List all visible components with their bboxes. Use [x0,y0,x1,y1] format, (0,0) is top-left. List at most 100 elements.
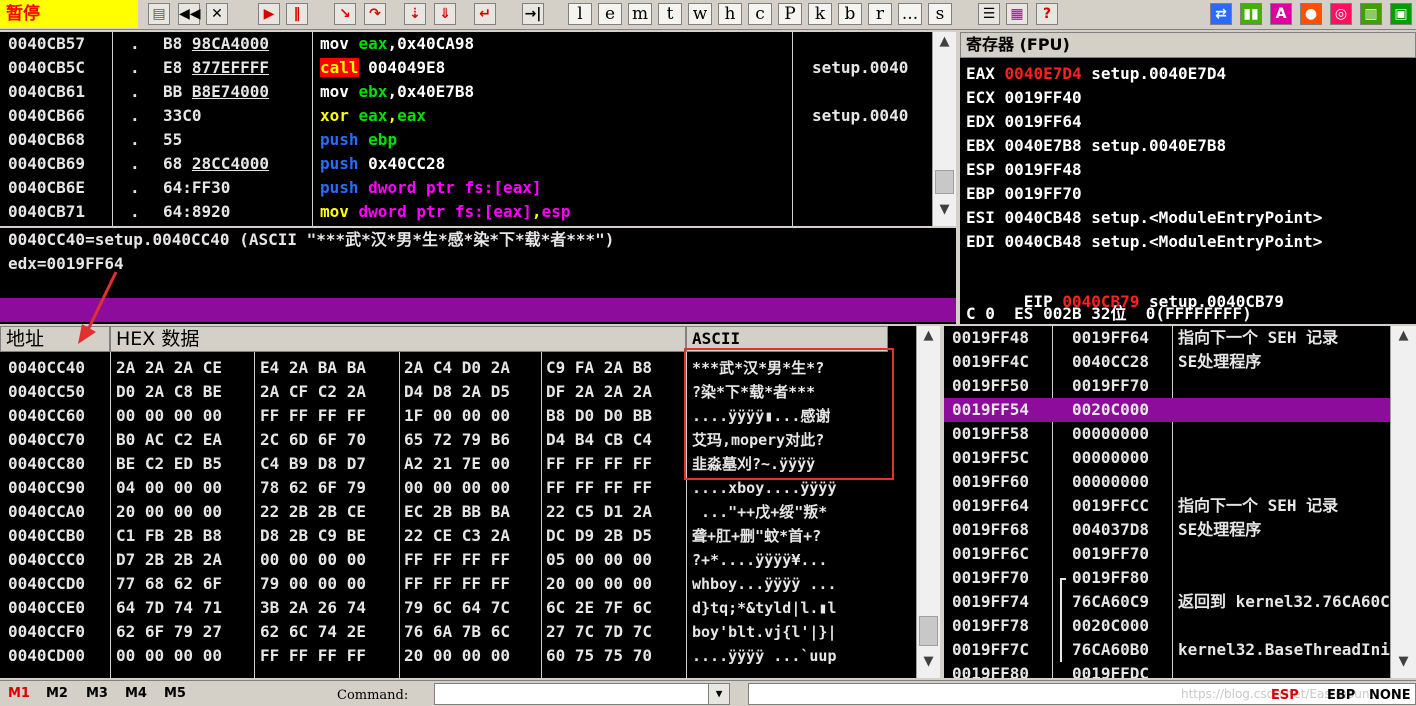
dump-row[interactable]: 0040CCF0 62 6F 79 27 62 6C 74 2E 76 6A 7B 6… [0,620,916,644]
stack-row[interactable]: 0019FF48 0019FF64 指向下一个 SEH 记录 [944,326,1390,350]
window-button-h[interactable]: h [718,3,742,25]
step-over-icon[interactable]: ↷ [364,3,386,25]
stack-row[interactable]: 0019FF74 76CA60C9 返回到 kernel32.76CA60C9 [944,590,1390,614]
window-button-w[interactable]: w [688,3,712,25]
goto-icon[interactable]: →| [522,3,544,25]
window-button-c[interactable]: c [748,3,772,25]
stack-row[interactable]: 0019FF4C 0040CC28 SE处理程序 [944,350,1390,374]
trace-over-icon[interactable]: ⇓ [434,3,456,25]
disassembly-scrollbar[interactable]: ▲ ▼ [932,32,956,226]
tab-m3[interactable]: M3 [86,686,108,701]
plugin-icon-4[interactable]: ● [1300,3,1322,25]
stack-row[interactable]: 0019FF78 0020C000 [944,614,1390,638]
scroll-up-icon[interactable]: ▲ [917,328,940,350]
stack-row[interactable]: 0019FF58 00000000 [944,422,1390,446]
pause-icon[interactable]: ‖ [286,3,308,25]
stack-row[interactable]: 0019FF7C 76CA60B0 kernel32.BaseThreadInitT… [944,638,1390,662]
close-icon[interactable]: ✕ [206,3,228,25]
register-eip[interactable]: EIP 0040CB79 setup.0040CB79 [966,266,1284,311]
disasm-row[interactable]: 0040CB66. 33C0 xor eax,eax setup.0040 [0,104,932,128]
register-edi[interactable]: EDI 0040CB48 setup.<ModuleEntryPoint> [966,230,1322,254]
dump-row[interactable]: 0040CCC0 D7 2B 2B 2A 00 00 00 00 FF FF FF F… [0,548,916,572]
plugin-icon-7[interactable]: ▣ [1390,3,1412,25]
disasm-row[interactable]: 0040CB6E. 64:FF30 push dword ptr fs:[eax] [0,176,932,200]
scroll-thumb[interactable] [919,616,938,646]
run-icon[interactable]: ▶ [258,3,280,25]
register-ebx[interactable]: EBX 0040E7B8 setup.0040E7B8 [966,134,1226,158]
stack-row[interactable]: 0019FF54 0020C000 [944,398,1390,422]
plugin-icon-6[interactable]: ▥ [1360,3,1382,25]
disasm-row[interactable]: 0040CB5C. E8 877EFFFF call 004049E8 setup.0… [0,56,932,80]
dump-header-hex[interactable]: HEX 数据 [110,326,686,352]
scroll-up-icon[interactable]: ▲ [933,34,956,56]
dump-scrollbar[interactable]: ▲ ▼ [916,326,940,678]
tab-m5[interactable]: M5 [164,686,186,701]
step-into-icon[interactable]: ↘ [334,3,356,25]
stack-row[interactable]: 0019FF68 004037D8 SE处理程序 [944,518,1390,542]
scroll-down-icon[interactable]: ▼ [933,202,956,224]
esp-toggle[interactable]: ESP [1271,688,1299,703]
stack-row[interactable]: 0019FF64 0019FFCC 指向下一个 SEH 记录 [944,494,1390,518]
stack-row[interactable]: 0019FF70 0019FF80 [944,566,1390,590]
plugin-icon-1[interactable]: ⇄ [1210,3,1232,25]
stack-address: 0019FF50 [952,376,1030,395]
disassembly-pane[interactable]: 0040CB57. B8 98CA4000 mov eax,0x40CA98 0040… [0,32,932,226]
grid-icon[interactable]: ▦ [1006,3,1028,25]
ebp-toggle[interactable]: EBP [1327,688,1355,703]
scroll-thumb[interactable] [935,170,954,194]
disasm-row[interactable]: 0040CB69. 68 28CC4000 push 0x40CC28 [0,152,932,176]
register-esi[interactable]: ESI 0040CB48 setup.<ModuleEntryPoint> [966,206,1322,230]
window-button-k[interactable]: k [808,3,832,25]
window-button-more[interactable]: ... [898,3,922,25]
help-icon[interactable]: ? [1036,3,1058,25]
disasm-row[interactable]: 0040CB68. 55 push ebp [0,128,932,152]
dump-pane[interactable]: 地址 HEX 数据 ASCII 0040CC40 2A 2A 2A CE E4 2A… [0,326,916,678]
rewind-icon[interactable]: ◀◀ [178,3,201,25]
window-button-t[interactable]: t [658,3,682,25]
plugin-icon-5[interactable]: ◎ [1330,3,1352,25]
window-button-s[interactable]: s [928,3,952,25]
disasm-row[interactable]: 0040CB71. 64:8920 mov dword ptr fs:[eax],e… [0,200,932,224]
register-edx[interactable]: EDX 0019FF64 [966,110,1091,134]
open-icon[interactable]: ▤ [148,3,170,25]
stack-row[interactable]: 0019FF60 00000000 [944,470,1390,494]
command-input[interactable] [434,683,710,705]
window-button-l[interactable]: l [568,3,592,25]
stack-row[interactable]: 0019FF6C 0019FF70 [944,542,1390,566]
stack-row[interactable]: 0019FF80 0019FFDC [944,662,1390,678]
tab-m1[interactable]: M1 [8,686,30,701]
register-eax[interactable]: EAX 0040E7D4 setup.0040E7D4 [966,62,1226,86]
plugin-icon-3[interactable]: A [1270,3,1292,25]
window-button-e[interactable]: e [598,3,622,25]
dump-row[interactable]: 0040CCA0 20 00 00 00 22 2B 2B CE EC 2B BB B… [0,500,916,524]
stack-scrollbar[interactable]: ▲ ▼ [1390,326,1416,678]
disasm-row[interactable]: 0040CB61. BB B8E74000 mov ebx,0x40E7B8 [0,80,932,104]
plugin-icon-2[interactable]: ▮▮ [1240,3,1262,25]
register-ecx[interactable]: ECX 0019FF40 [966,86,1091,110]
window-button-p[interactable]: P [778,3,802,25]
register-esp[interactable]: ESP 0019FF48 [966,158,1091,182]
stack-row[interactable]: 0019FF50 0019FF70 [944,374,1390,398]
execute-till-return-icon[interactable]: ↵ [474,3,496,25]
window-button-b[interactable]: b [838,3,862,25]
trace-into-icon[interactable]: ⇣ [404,3,426,25]
stack-row[interactable]: 0019FF5C 00000000 [944,446,1390,470]
window-button-m[interactable]: m [628,3,652,25]
stack-pane[interactable]: 0019FF48 0019FF64 指向下一个 SEH 记录 0019FF4C 0040… [944,326,1390,678]
dump-hex-group: 20 00 00 00 [116,502,222,521]
dump-row[interactable]: 0040CCD0 77 68 62 6F 79 00 00 00 FF FF FF F… [0,572,916,596]
scroll-down-icon[interactable]: ▼ [1391,654,1416,676]
list-icon[interactable]: ☰ [978,3,1000,25]
tab-m4[interactable]: M4 [125,686,147,701]
chevron-down-icon[interactable]: ▼ [708,683,730,705]
dump-row[interactable]: 0040CCE0 64 7D 74 71 3B 2A 26 74 79 6C 64 7… [0,596,916,620]
none-toggle[interactable]: NONE [1369,688,1411,703]
scroll-up-icon[interactable]: ▲ [1391,328,1416,350]
disasm-row[interactable]: 0040CB57. B8 98CA4000 mov eax,0x40CA98 [0,32,932,56]
register-ebp[interactable]: EBP 0019FF70 [966,182,1091,206]
dump-row[interactable]: 0040CCB0 C1 FB 2B B8 D8 2B C9 BE 22 CE C3 2… [0,524,916,548]
dump-row[interactable]: 0040CD00 00 00 00 00 FF FF FF FF 20 00 00 0… [0,644,916,668]
tab-m2[interactable]: M2 [46,686,68,701]
scroll-down-icon[interactable]: ▼ [917,654,940,676]
window-button-r[interactable]: r [868,3,892,25]
